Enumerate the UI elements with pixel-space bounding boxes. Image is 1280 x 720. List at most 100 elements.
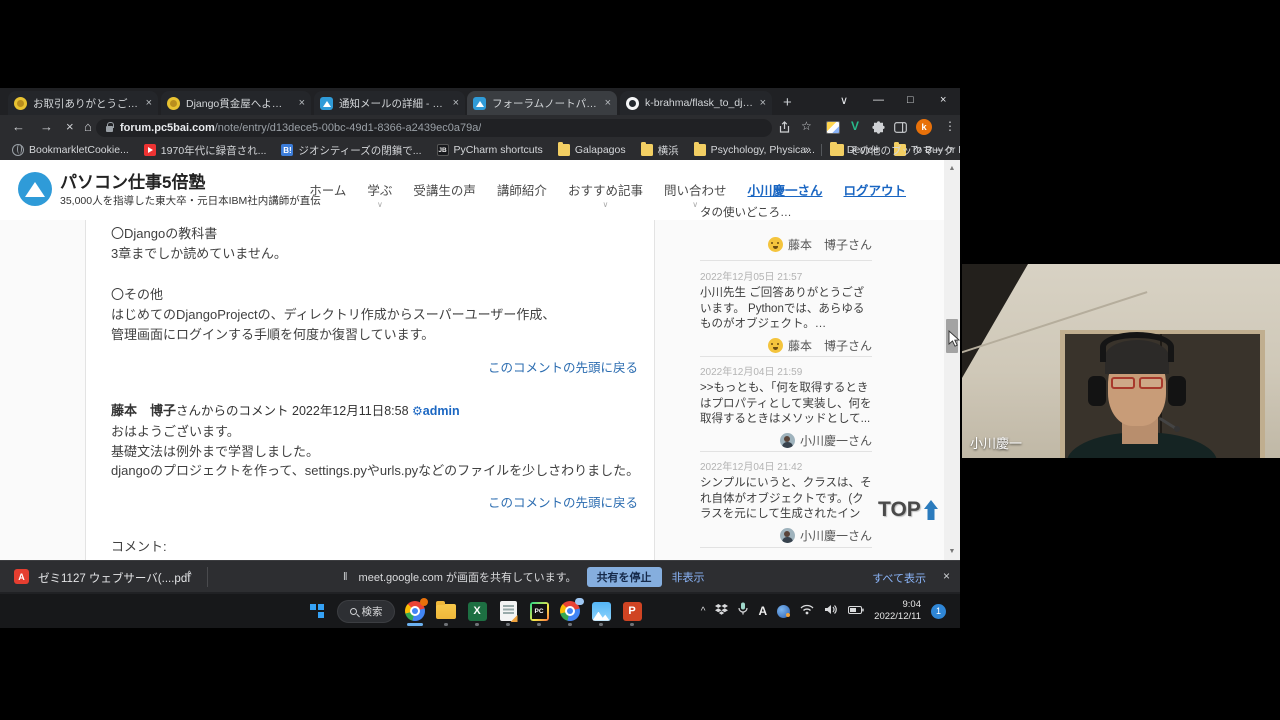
bookmark-folder[interactable]: Psychology, Physica... bbox=[694, 144, 815, 156]
scroll-up-arrow-icon[interactable]: ▲ bbox=[944, 165, 960, 172]
back-to-top-of-comment-link[interactable]: このコメントの先頭に戻る bbox=[488, 492, 638, 511]
stop-reload-icon[interactable]: × bbox=[66, 119, 74, 134]
sidebar-comment[interactable]: 2022年12月05日 21:57 小川先生 ご回答ありがとうございます。 Py… bbox=[700, 268, 872, 354]
divider bbox=[700, 356, 872, 357]
divider bbox=[700, 547, 872, 548]
tab-close-icon[interactable]: × bbox=[453, 97, 459, 109]
tray-expand-icon[interactable]: ^ bbox=[701, 606, 706, 617]
window-maximize-button[interactable]: □ bbox=[907, 94, 914, 106]
url-text: forum.pc5bai.com/note/entry/d13dece5-00b… bbox=[120, 122, 481, 134]
nav-home[interactable]: ホーム bbox=[309, 180, 346, 199]
youtube-icon bbox=[144, 144, 156, 156]
tab-close-icon[interactable]: × bbox=[605, 97, 611, 109]
back-icon[interactable]: ← bbox=[12, 119, 25, 134]
microphone-icon[interactable] bbox=[738, 602, 748, 620]
taskbar-file-explorer[interactable] bbox=[435, 600, 457, 622]
volume-icon[interactable] bbox=[824, 602, 838, 620]
other-bookmarks-folder[interactable]: その他のブックマーク bbox=[832, 143, 954, 158]
browser-tab-5[interactable]: k-brahma/flask_to_django × bbox=[620, 91, 772, 115]
bookmark-item[interactable]: 1970年代に録音され... bbox=[144, 143, 267, 158]
stop-sharing-button[interactable]: 共有を停止 bbox=[587, 567, 662, 587]
browser-menu-icon[interactable]: ⋮ bbox=[944, 119, 956, 133]
hide-banner-button[interactable]: 非表示 bbox=[672, 569, 705, 585]
admin-link[interactable]: admin bbox=[423, 404, 460, 418]
nav-instructor[interactable]: 講師紹介 bbox=[497, 180, 547, 199]
new-tab-button[interactable]: + bbox=[783, 94, 792, 111]
download-bar-close-icon[interactable]: × bbox=[943, 569, 950, 583]
url-path: /note/entry/d13dece5-00bc-49d1-8366-a243… bbox=[215, 122, 482, 134]
v-extension-icon[interactable]: V bbox=[851, 119, 859, 133]
site-title[interactable]: パソコン仕事5倍塾 bbox=[60, 168, 205, 193]
sidebar-comment[interactable]: 2022年12月04日 21:59 >>もっとも、「何を取得するときはプロパティ… bbox=[700, 363, 872, 449]
forward-icon[interactable]: → bbox=[40, 119, 53, 134]
nav-user-link[interactable]: 小川慶一さん bbox=[747, 180, 822, 199]
comment-excerpt: タの使いどころ… bbox=[700, 206, 872, 236]
wifi-icon[interactable] bbox=[800, 602, 814, 620]
nav-recommended[interactable]: おすすめ記事∨ bbox=[568, 180, 643, 208]
taskbar-excel[interactable]: X bbox=[466, 600, 488, 622]
weather-app-icon[interactable] bbox=[777, 605, 790, 618]
share-icon[interactable] bbox=[778, 121, 791, 139]
sidebar-comment[interactable]: 2022年12月04日 21:42 シンプルにいうと、クラスは、それ自体がオブジ… bbox=[700, 458, 872, 544]
nav-learn[interactable]: 学ぶ∨ bbox=[367, 180, 392, 208]
ime-indicator[interactable]: A bbox=[758, 604, 767, 618]
bookmark-item[interactable]: BookmarkletCookie... bbox=[12, 144, 129, 156]
sidebar-comment[interactable]: タの使いどころ… 藤本 博子さん bbox=[700, 206, 872, 253]
notification-count-badge[interactable]: 1 bbox=[931, 604, 946, 619]
taskbar-notepad[interactable] bbox=[497, 600, 519, 622]
scroll-down-arrow-icon[interactable]: ▼ bbox=[944, 548, 960, 555]
address-bar[interactable]: forum.pc5bai.com/note/entry/d13dece5-00b… bbox=[96, 119, 772, 137]
browser-tab-1[interactable]: お取引ありがとうございます。 × bbox=[8, 91, 158, 115]
bookmark-star-icon[interactable]: ☆ bbox=[801, 119, 812, 133]
taskbar-icons-row: 検索 X PC P bbox=[306, 599, 643, 623]
tab-favicon-coin-icon bbox=[14, 97, 27, 110]
page-scrollbar[interactable]: ▲ ▼ bbox=[944, 160, 960, 560]
nav-contact[interactable]: 問い合わせ∨ bbox=[664, 180, 727, 208]
participant-video-tile[interactable]: 小川慶一 bbox=[962, 264, 1280, 458]
comment-date: 2022年12月11日8:58 bbox=[292, 404, 409, 418]
bookmark-item[interactable]: JBPyCharm shortcuts bbox=[437, 144, 543, 156]
download-expand-icon[interactable]: ^ bbox=[187, 570, 192, 581]
tab-close-icon[interactable]: × bbox=[760, 97, 766, 109]
bookmark-label: PyCharm shortcuts bbox=[454, 144, 543, 156]
start-button[interactable] bbox=[306, 600, 328, 622]
profile-avatar[interactable]: k bbox=[916, 119, 932, 135]
back-to-top-of-comment-link[interactable]: このコメントの先頭に戻る bbox=[488, 357, 638, 376]
window-minimize-button[interactable]: — bbox=[873, 94, 884, 106]
comment-author: 小川慶一さん bbox=[800, 527, 872, 544]
tab-favicon-pc5bai-icon bbox=[320, 97, 333, 110]
browser-tab-2[interactable]: Django貫金屋へようこそ × bbox=[161, 91, 311, 115]
nav-logout-link[interactable]: ログアウト bbox=[843, 180, 906, 199]
taskbar-clock[interactable]: 9:042022/12/11 bbox=[874, 599, 921, 623]
site-logo-icon[interactable] bbox=[18, 172, 52, 206]
battery-icon[interactable] bbox=[848, 602, 864, 620]
dropbox-icon[interactable] bbox=[715, 602, 728, 620]
bookmark-folder[interactable]: 横浜 bbox=[641, 143, 679, 158]
browser-tab-3[interactable]: 通知メールの詳細 - パソコン仕事 × bbox=[314, 91, 465, 115]
bookmark-folder[interactable]: Galapagos bbox=[558, 144, 626, 156]
taskbar-photos[interactable] bbox=[590, 600, 612, 622]
tab-close-icon[interactable]: × bbox=[146, 97, 152, 109]
show-all-downloads-link[interactable]: すべて表示 bbox=[872, 570, 926, 586]
taskbar-pycharm[interactable]: PC bbox=[528, 600, 550, 622]
screenshot-extension-icon[interactable] bbox=[826, 121, 840, 134]
taskbar-powerpoint[interactable]: P bbox=[621, 600, 643, 622]
headphones-band bbox=[1100, 332, 1174, 362]
site-subtitle: 35,000人を指導した東大卒・元日本IBM社内講師が直伝 bbox=[60, 193, 321, 208]
downloaded-file-name[interactable]: ゼミ1127 ウェブサーバ(....pdf bbox=[38, 570, 190, 586]
extensions-puzzle-icon[interactable] bbox=[872, 121, 885, 139]
tab-close-icon[interactable]: × bbox=[299, 97, 305, 109]
side-panel-icon[interactable] bbox=[894, 121, 907, 139]
nav-student-voices[interactable]: 受講生の声 bbox=[413, 180, 476, 199]
taskbar-chrome-active[interactable] bbox=[404, 600, 426, 622]
bookmark-item[interactable]: B!ジオシティーズの閉鎖で... bbox=[281, 143, 421, 158]
home-icon[interactable]: ⌂ bbox=[84, 119, 92, 134]
bookmarks-overflow-icon[interactable]: » bbox=[805, 144, 811, 156]
top-button-label: TOP bbox=[878, 498, 921, 522]
taskbar-chrome-cloud[interactable] bbox=[559, 600, 581, 622]
taskbar-search[interactable]: 検索 bbox=[337, 600, 395, 623]
window-close-button[interactable]: × bbox=[940, 94, 946, 106]
tab-search-chevron-icon[interactable]: ∨ bbox=[840, 94, 848, 107]
browser-tab-4-active[interactable]: フォーラムノートパソコン仕事5倍 × bbox=[467, 91, 617, 115]
scroll-to-top-button[interactable]: TOP bbox=[878, 498, 939, 522]
